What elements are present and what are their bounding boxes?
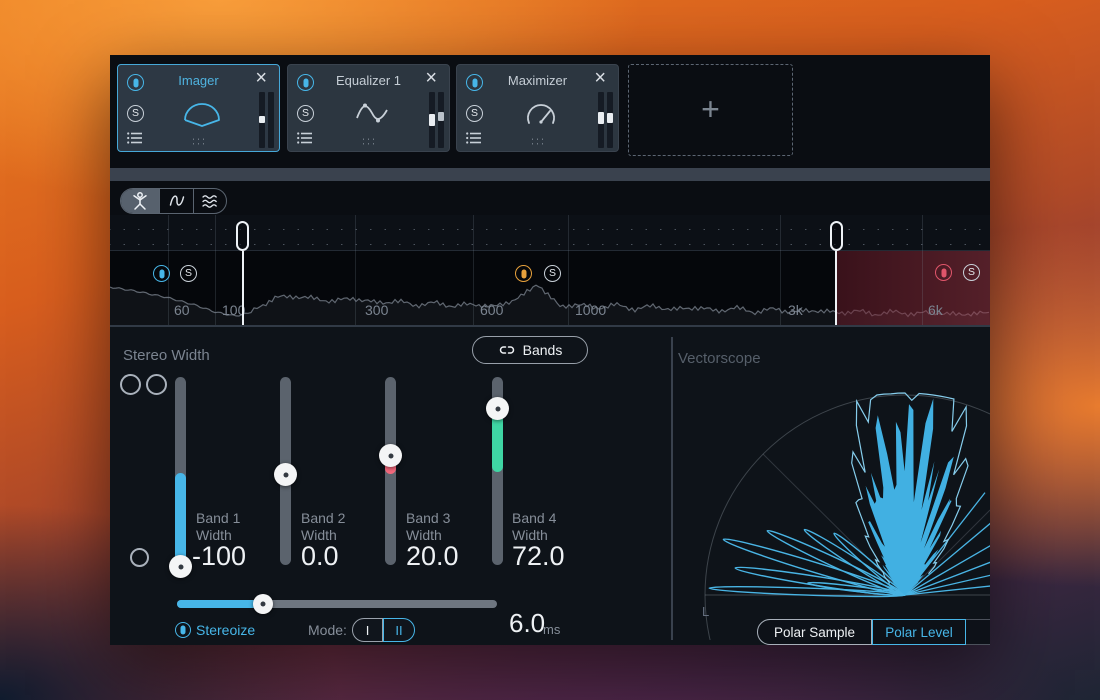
grid-line [568,215,569,325]
crossover-line [835,251,837,325]
crossover-handle[interactable] [236,221,249,251]
drag-handle-icon[interactable] [361,137,378,147]
wide-stereo-icon [120,374,141,395]
band1-label: Band 1Width [196,510,240,544]
polar-level-button[interactable]: Polar Level [872,619,966,645]
close-icon[interactable]: × [255,67,267,89]
stereoize-label[interactable]: Stereoize [196,622,255,638]
module-meter [429,92,445,148]
module-meter [259,92,275,148]
grid-line [922,215,923,325]
stereoize-time-unit: ms [543,622,560,637]
link-icon [498,345,516,355]
module-card-equalizer[interactable]: Equalizer 1 × S [287,64,450,152]
stereoize-amount-slider[interactable] [177,600,497,608]
preset-list-icon[interactable] [466,131,482,145]
module-title: Maximizer [485,73,590,88]
module-card-imager[interactable]: Imager × S [117,64,280,152]
mode-label: Mode: [308,622,347,638]
band3-solo-button[interactable]: S [544,265,561,282]
polar-extra-segment[interactable] [966,619,990,645]
power-icon[interactable] [297,74,314,91]
add-module-slot[interactable]: + [628,64,793,156]
stereo-width-title: Stereo Width [123,347,210,364]
grid-line [473,215,474,325]
power-icon[interactable] [466,74,483,91]
band4-power-icon[interactable] [935,264,952,281]
band1-power-icon[interactable] [153,265,170,282]
band3-handle[interactable] [379,444,402,467]
band4-value[interactable]: 72.0 [512,541,565,572]
band1-fill [175,473,186,567]
squiggle-waves-icon[interactable] [193,189,226,213]
band4-highlight-region [837,251,990,325]
grid-line [215,215,216,325]
band2-value[interactable]: 0.0 [301,541,339,572]
sine-wave-icon[interactable] [159,189,193,213]
grid-line [355,215,356,325]
band3-power-icon[interactable] [515,265,532,282]
freq-label: 300 [365,302,388,318]
equalizer-curve-icon [350,99,394,129]
mono-icon [130,548,149,567]
band4-label: Band 4Width [512,510,556,544]
module-meter [598,92,614,148]
crossover-line [242,251,244,325]
plus-icon: + [629,91,792,128]
freq-label: 1000 [575,302,606,318]
polar-sample-button[interactable]: Polar Sample [757,619,872,645]
bands-button-label: Bands [523,342,563,358]
bands-link-button[interactable]: Bands [472,336,588,364]
freq-label: 600 [480,302,503,318]
solo-button[interactable]: S [466,105,483,122]
drag-handle-icon[interactable] [530,137,547,147]
left-channel-label: L [702,604,709,619]
solo-button[interactable]: S [297,105,314,122]
preset-list-icon[interactable] [127,131,143,145]
module-title: Equalizer 1 [316,73,421,88]
maximizer-gauge-icon [519,99,563,129]
freq-label: 6k [928,302,943,318]
module-card-maximizer[interactable]: Maximizer × S [456,64,619,152]
freq-label: 3k [788,302,803,318]
imager-gauge-icon [180,99,224,129]
close-icon[interactable]: × [594,67,606,89]
band1-value[interactable]: -100 [192,541,246,572]
view-toolbar [120,188,227,214]
band4-handle[interactable] [486,397,509,420]
stereoize-time-value[interactable]: 6.0 [509,608,545,639]
crossover-handle[interactable] [830,221,843,251]
stick-figure-icon[interactable] [121,189,159,213]
grid-line [780,215,781,325]
mode-2-button[interactable]: II [383,618,415,642]
window-divider-strip [110,168,990,181]
stereoize-fill [177,600,263,608]
band2-label: Band 2Width [301,510,345,544]
vectorscope-display [674,337,990,640]
panel-divider [671,337,673,640]
band3-value[interactable]: 20.0 [406,541,459,572]
module-title: Imager [146,73,251,88]
band1-solo-button[interactable]: S [180,265,197,282]
band2-handle[interactable] [274,463,297,486]
freq-label: 60 [174,302,190,318]
drag-handle-icon[interactable] [191,137,208,147]
power-icon[interactable] [127,74,144,91]
band4-solo-button[interactable]: S [963,264,980,281]
mode-1-button[interactable]: I [352,618,383,642]
band1-handle[interactable] [169,555,192,578]
preset-list-icon[interactable] [297,131,313,145]
stereoize-handle[interactable] [253,594,273,614]
stereoize-power-icon[interactable] [175,622,191,638]
plugin-window: Imager × S Equalizer 1 × S [110,55,990,645]
desktop-wallpaper: { "glyphs": { "close": "×", "plus": "+",… [0,0,1100,700]
close-icon[interactable]: × [425,67,437,89]
wide-stereo-icon [146,374,167,395]
solo-button[interactable]: S [127,105,144,122]
band3-label: Band 3Width [406,510,450,544]
